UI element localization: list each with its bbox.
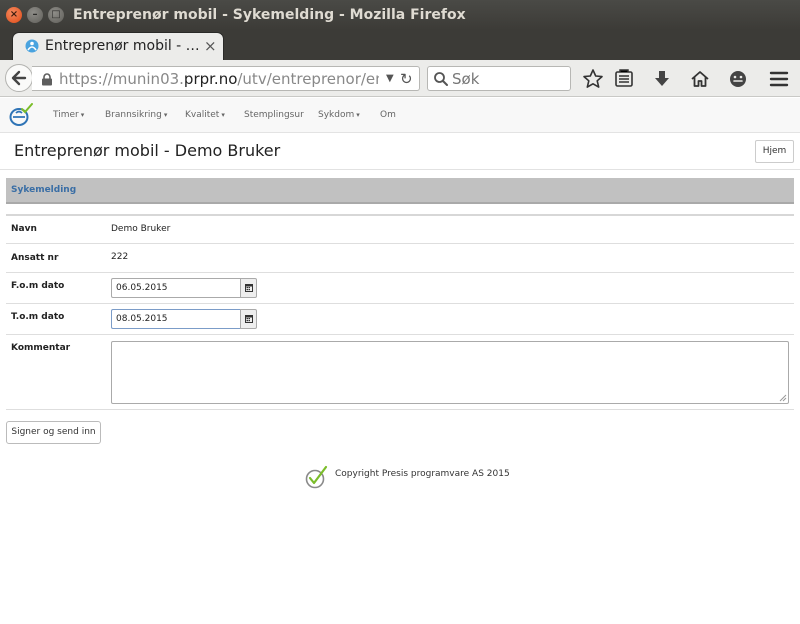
chevron-down-icon: ▾ xyxy=(163,111,168,119)
row-divider xyxy=(6,334,794,335)
section-title: Sykemelding xyxy=(11,185,77,195)
to-date-label: T.o.m dato xyxy=(11,312,65,322)
search-placeholder: Søk xyxy=(452,70,480,88)
employee-number-label: Ansatt nr xyxy=(11,253,59,263)
sign-and-submit-button[interactable]: Signer og send inn xyxy=(6,421,101,444)
to-date-input[interactable] xyxy=(111,309,241,329)
window-titlebar: × – □ Entreprenør mobil - Sykemelding - … xyxy=(0,0,800,30)
page-title: Entreprenør mobil - Demo Bruker xyxy=(14,141,281,160)
section-header: Sykemelding xyxy=(6,178,794,204)
menu-stemplingsur-label: Stemplingsur xyxy=(244,110,304,120)
reading-list-icon[interactable] xyxy=(613,68,635,90)
download-icon[interactable] xyxy=(651,68,673,90)
menu-om-label: Om xyxy=(380,110,396,120)
from-date-input[interactable] xyxy=(111,278,241,298)
browser-tab-active[interactable]: Entreprenør mobil - … × xyxy=(12,32,224,60)
menu-sykdom[interactable]: Sykdom ▾ xyxy=(318,110,360,120)
app-logo-icon[interactable] xyxy=(8,103,34,127)
chevron-down-icon: ▾ xyxy=(221,111,225,119)
page-content: Timer ▾ Brannsikring ▾ Kvalitet ▾ Stempling… xyxy=(0,98,800,624)
to-date-picker xyxy=(111,309,257,329)
row-divider xyxy=(6,272,794,273)
menu-brannsikring[interactable]: Brannsikring ▾ xyxy=(105,110,167,120)
menu-kvalitet[interactable]: Kvalitet ▾ xyxy=(185,110,225,120)
chevron-down-icon: ▾ xyxy=(80,111,85,119)
chevron-down-icon: ▾ xyxy=(356,111,360,119)
tab-close-icon[interactable]: × xyxy=(204,37,217,55)
comment-label: Kommentar xyxy=(11,343,71,353)
url-dropdown-icon[interactable]: ▼ xyxy=(386,73,394,84)
window-minimize-button[interactable]: – xyxy=(27,7,43,23)
menu-kvalitet-label: Kvalitet xyxy=(185,110,220,120)
url-suffix: /utv/entreprenor/entrep xyxy=(237,70,379,88)
name-value: Demo Bruker xyxy=(111,224,171,234)
name-label: Navn xyxy=(11,224,37,234)
tab-strip: Entreprenør mobil - … × xyxy=(0,30,800,82)
home-button[interactable]: Hjem xyxy=(755,140,794,163)
search-bar[interactable]: Søk xyxy=(427,66,571,91)
site-favicon-icon xyxy=(25,39,39,53)
row-divider xyxy=(6,243,794,244)
url-text: https://munin03.prpr.no/utv/entreprenor/… xyxy=(59,70,379,88)
back-arrow-icon xyxy=(11,70,27,86)
search-icon xyxy=(434,72,448,86)
comment-textarea[interactable] xyxy=(111,341,789,404)
from-date-label: F.o.m dato xyxy=(11,281,65,291)
form-bottom-divider xyxy=(6,409,794,410)
menu-om[interactable]: Om xyxy=(380,110,396,120)
emoji-icon[interactable] xyxy=(727,68,749,90)
from-date-picker xyxy=(111,278,257,298)
employee-number-value: 222 xyxy=(111,252,129,262)
window-maximize-button[interactable]: □ xyxy=(48,7,64,23)
browser-navbar: https://munin03.prpr.no/utv/entreprenor/… xyxy=(0,60,800,97)
back-button[interactable] xyxy=(5,64,33,92)
menu-brannsikring-label: Brannsikring xyxy=(105,110,162,120)
app-navbar: Timer ▾ Brannsikring ▾ Kvalitet ▾ Stempling… xyxy=(0,98,800,133)
calendar-icon xyxy=(245,315,253,323)
hamburger-menu-icon[interactable] xyxy=(768,68,790,90)
lock-icon xyxy=(42,73,52,86)
menu-stemplingsur[interactable]: Stemplingsur xyxy=(244,110,304,120)
menu-sykdom-label: Sykdom xyxy=(318,110,355,120)
footer-copyright: Copyright Presis programvare AS 2015 xyxy=(335,469,510,479)
form-top-divider xyxy=(6,214,794,216)
to-date-calendar-button[interactable] xyxy=(240,309,257,329)
row-divider xyxy=(6,303,794,304)
url-domain: prpr.no xyxy=(183,70,238,88)
bookmark-star-icon[interactable] xyxy=(582,68,604,90)
calendar-icon xyxy=(245,284,253,292)
window-title: Entreprenør mobil - Sykemelding - Mozill… xyxy=(73,7,466,23)
window-close-button[interactable]: × xyxy=(6,7,22,23)
reload-icon[interactable]: ↻ xyxy=(400,70,413,88)
title-divider xyxy=(0,169,800,170)
url-prefix: https://munin03. xyxy=(59,70,184,88)
menu-timer[interactable]: Timer ▾ xyxy=(53,110,84,120)
home-icon[interactable] xyxy=(689,68,711,90)
menu-timer-label: Timer xyxy=(53,110,79,120)
resize-grip-icon[interactable] xyxy=(778,393,787,402)
from-date-calendar-button[interactable] xyxy=(240,278,257,298)
footer-logo-icon xyxy=(305,465,328,489)
tab-title: Entreprenør mobil - … xyxy=(45,38,200,54)
url-bar[interactable]: https://munin03.prpr.no/utv/entreprenor/… xyxy=(32,66,420,91)
